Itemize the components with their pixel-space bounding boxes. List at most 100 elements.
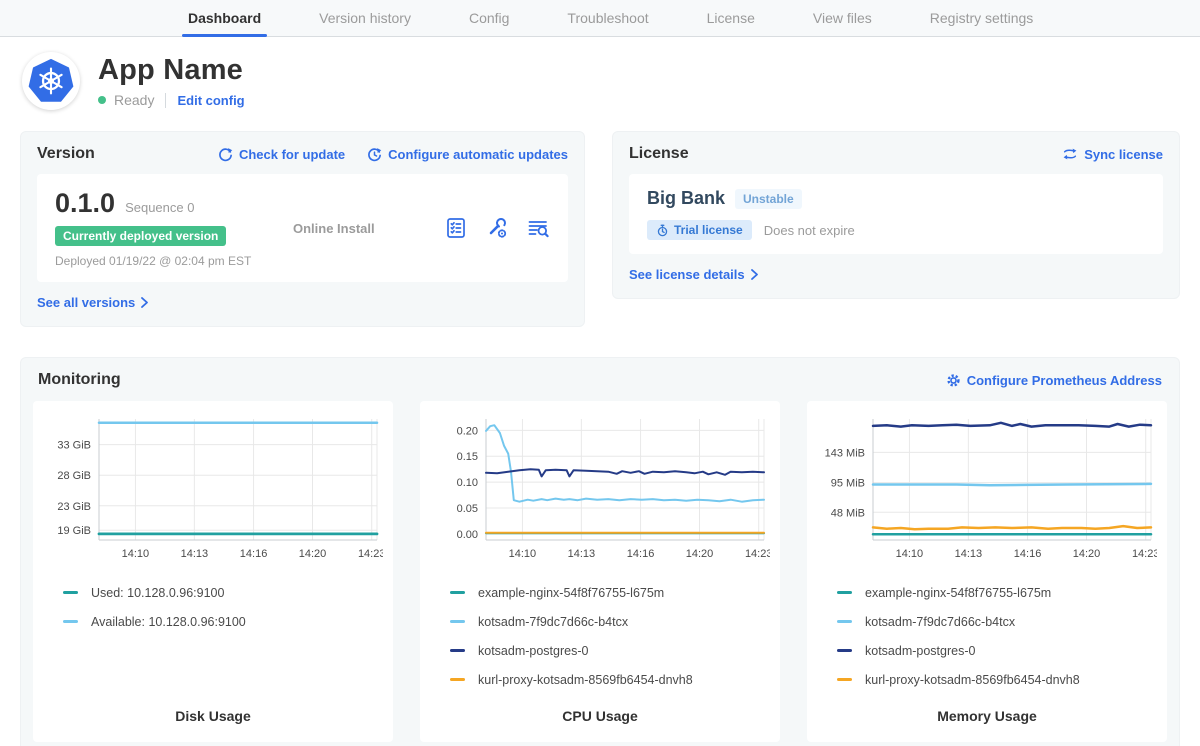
- svg-text:14:10: 14:10: [122, 548, 150, 560]
- tab-config[interactable]: Config: [469, 0, 509, 37]
- legend-item: kurl-proxy-kotsadm-8569fb6454-dnvh8: [450, 665, 770, 694]
- legend-dash: [63, 620, 78, 623]
- legend-label: kotsadm-7f9dc7d66c-b4tcx: [478, 615, 628, 629]
- legend-item: Used: 10.128.0.96:9100: [63, 578, 383, 607]
- svg-text:0.15: 0.15: [457, 451, 478, 463]
- legend-dash: [837, 591, 852, 594]
- svg-text:0.05: 0.05: [457, 503, 478, 515]
- svg-text:28 GiB: 28 GiB: [57, 470, 91, 482]
- status-dot: [98, 96, 106, 104]
- legend-label: kotsadm-postgres-0: [865, 644, 975, 658]
- svg-text:14:20: 14:20: [299, 548, 327, 560]
- legend-label: example-nginx-54f8f76755-l675m: [478, 586, 664, 600]
- legend-dash: [450, 649, 465, 652]
- legend-label: example-nginx-54f8f76755-l675m: [865, 586, 1051, 600]
- preflight-checks-icon[interactable]: [444, 216, 468, 240]
- edit-config-link[interactable]: Edit config: [177, 93, 244, 108]
- svg-text:48 MiB: 48 MiB: [831, 507, 865, 519]
- memory-usage-chart: 14:10 14:13 14:16 14:20 14:23 143 MiB 95 MiB 48…: [817, 411, 1157, 566]
- legend-label: Used: 10.128.0.96:9100: [91, 586, 224, 600]
- svg-text:33 GiB: 33 GiB: [57, 440, 91, 452]
- svg-text:95 MiB: 95 MiB: [831, 478, 865, 490]
- legend-dash: [837, 620, 852, 623]
- svg-text:14:20: 14:20: [686, 548, 714, 560]
- chart-title: Disk Usage: [43, 708, 383, 728]
- app-status: Ready: [114, 92, 154, 108]
- install-type: Online Install: [293, 221, 444, 236]
- chart-title: Memory Usage: [817, 708, 1157, 728]
- view-deploy-logs-icon[interactable]: [526, 216, 550, 240]
- see-license-details-link[interactable]: See license details: [629, 267, 758, 282]
- svg-text:14:13: 14:13: [181, 548, 209, 560]
- svg-text:143 MiB: 143 MiB: [825, 447, 865, 459]
- edit-config-icon[interactable]: [485, 216, 509, 240]
- license-card: Big Bank Unstable Trial license Does not…: [629, 174, 1163, 254]
- legend-item: example-nginx-54f8f76755-l675m: [450, 578, 770, 607]
- tab-troubleshoot[interactable]: Troubleshoot: [567, 0, 648, 37]
- memory-usage-card: 14:10 14:13 14:16 14:20 14:23 143 MiB 95 MiB 48…: [807, 401, 1167, 742]
- deployed-badge: Currently deployed version: [55, 226, 226, 246]
- svg-text:14:13: 14:13: [568, 548, 596, 560]
- sync-license-link[interactable]: Sync license: [1062, 147, 1163, 162]
- top-nav: Dashboard Version history Config Trouble…: [0, 0, 1200, 37]
- svg-text:14:16: 14:16: [627, 548, 655, 560]
- svg-text:14:16: 14:16: [1014, 548, 1042, 560]
- legend-item: Available: 10.128.0.96:9100: [63, 607, 383, 636]
- legend-dash: [837, 678, 852, 681]
- cpu-usage-chart: 14:1014:1314:1614:2014:230.200.150.100.0…: [430, 411, 770, 566]
- tab-view-files[interactable]: View files: [813, 0, 872, 37]
- disk-usage-legend: Used: 10.128.0.96:9100 Available: 10.128.…: [43, 578, 383, 636]
- configure-prometheus-link[interactable]: Configure Prometheus Address: [946, 373, 1162, 388]
- legend-dash: [450, 591, 465, 594]
- sync-icon: [1062, 147, 1078, 161]
- svg-text:0.00: 0.00: [457, 529, 478, 541]
- legend-label: kotsadm-7f9dc7d66c-b4tcx: [865, 615, 1015, 629]
- version-title: Version: [37, 145, 95, 163]
- cpu-usage-card: 14:1014:1314:1614:2014:230.200.150.100.0…: [420, 401, 780, 742]
- svg-text:14:10: 14:10: [896, 548, 924, 560]
- legend-item: kurl-proxy-kotsadm-8569fb6454-dnvh8: [837, 665, 1157, 694]
- svg-text:14:23: 14:23: [358, 548, 383, 560]
- svg-text:14:10: 14:10: [509, 548, 537, 560]
- version-panel: Version Check for update Configure au: [20, 131, 585, 327]
- license-panel: License Sync license Big Bank Unstable: [612, 131, 1180, 299]
- license-expiry: Does not expire: [764, 223, 855, 238]
- svg-text:23 GiB: 23 GiB: [57, 501, 91, 513]
- app-logo: [22, 52, 80, 110]
- cpu-usage-legend: example-nginx-54f8f76755-l675m kotsadm-7f…: [430, 578, 770, 694]
- disk-usage-card: 14:10 14:13 14:16 14:20 14:23 33 GiB 28 GiB 23 …: [33, 401, 393, 742]
- svg-text:14:20: 14:20: [1073, 548, 1101, 560]
- see-all-versions-link[interactable]: See all versions: [37, 295, 148, 310]
- legend-dash: [63, 591, 78, 594]
- legend-label: Available: 10.128.0.96:9100: [91, 615, 246, 629]
- current-version-card: 0.1.0 Sequence 0 Currently deployed vers…: [37, 174, 568, 282]
- memory-usage-legend: example-nginx-54f8f76755-l675m kotsadm-7f…: [817, 578, 1157, 694]
- license-name: Big Bank: [647, 188, 725, 209]
- tab-registry-settings[interactable]: Registry settings: [930, 0, 1033, 37]
- check-for-update-link[interactable]: Check for update: [218, 147, 345, 162]
- kubernetes-icon: [28, 58, 74, 104]
- chevron-right-icon: [751, 269, 758, 280]
- svg-text:14:13: 14:13: [955, 548, 983, 560]
- svg-text:14:23: 14:23: [1132, 548, 1157, 560]
- monitoring-panel: Monitoring Configure Prometheus Address …: [20, 357, 1180, 746]
- version-sequence: Sequence 0: [125, 200, 194, 215]
- tab-dashboard[interactable]: Dashboard: [188, 0, 261, 37]
- svg-text:14:23: 14:23: [745, 548, 770, 560]
- chevron-right-icon: [141, 297, 148, 308]
- tab-license[interactable]: License: [707, 0, 755, 37]
- deployed-timestamp: Deployed 01/19/22 @ 02:04 pm EST: [55, 254, 293, 268]
- legend-label: kurl-proxy-kotsadm-8569fb6454-dnvh8: [865, 673, 1080, 687]
- tab-version-history[interactable]: Version history: [319, 0, 411, 37]
- legend-dash: [837, 649, 852, 652]
- svg-text:19 GiB: 19 GiB: [57, 525, 91, 537]
- legend-label: kotsadm-postgres-0: [478, 644, 588, 658]
- svg-text:14:16: 14:16: [240, 548, 268, 560]
- monitoring-title: Monitoring: [38, 371, 121, 389]
- legend-dash: [450, 620, 465, 623]
- configure-automatic-updates-link[interactable]: Configure automatic updates: [367, 147, 568, 162]
- schedule-update-icon: [367, 147, 382, 162]
- gear-icon: [946, 373, 961, 388]
- channel-badge: Unstable: [735, 189, 802, 209]
- chart-title: CPU Usage: [430, 708, 770, 728]
